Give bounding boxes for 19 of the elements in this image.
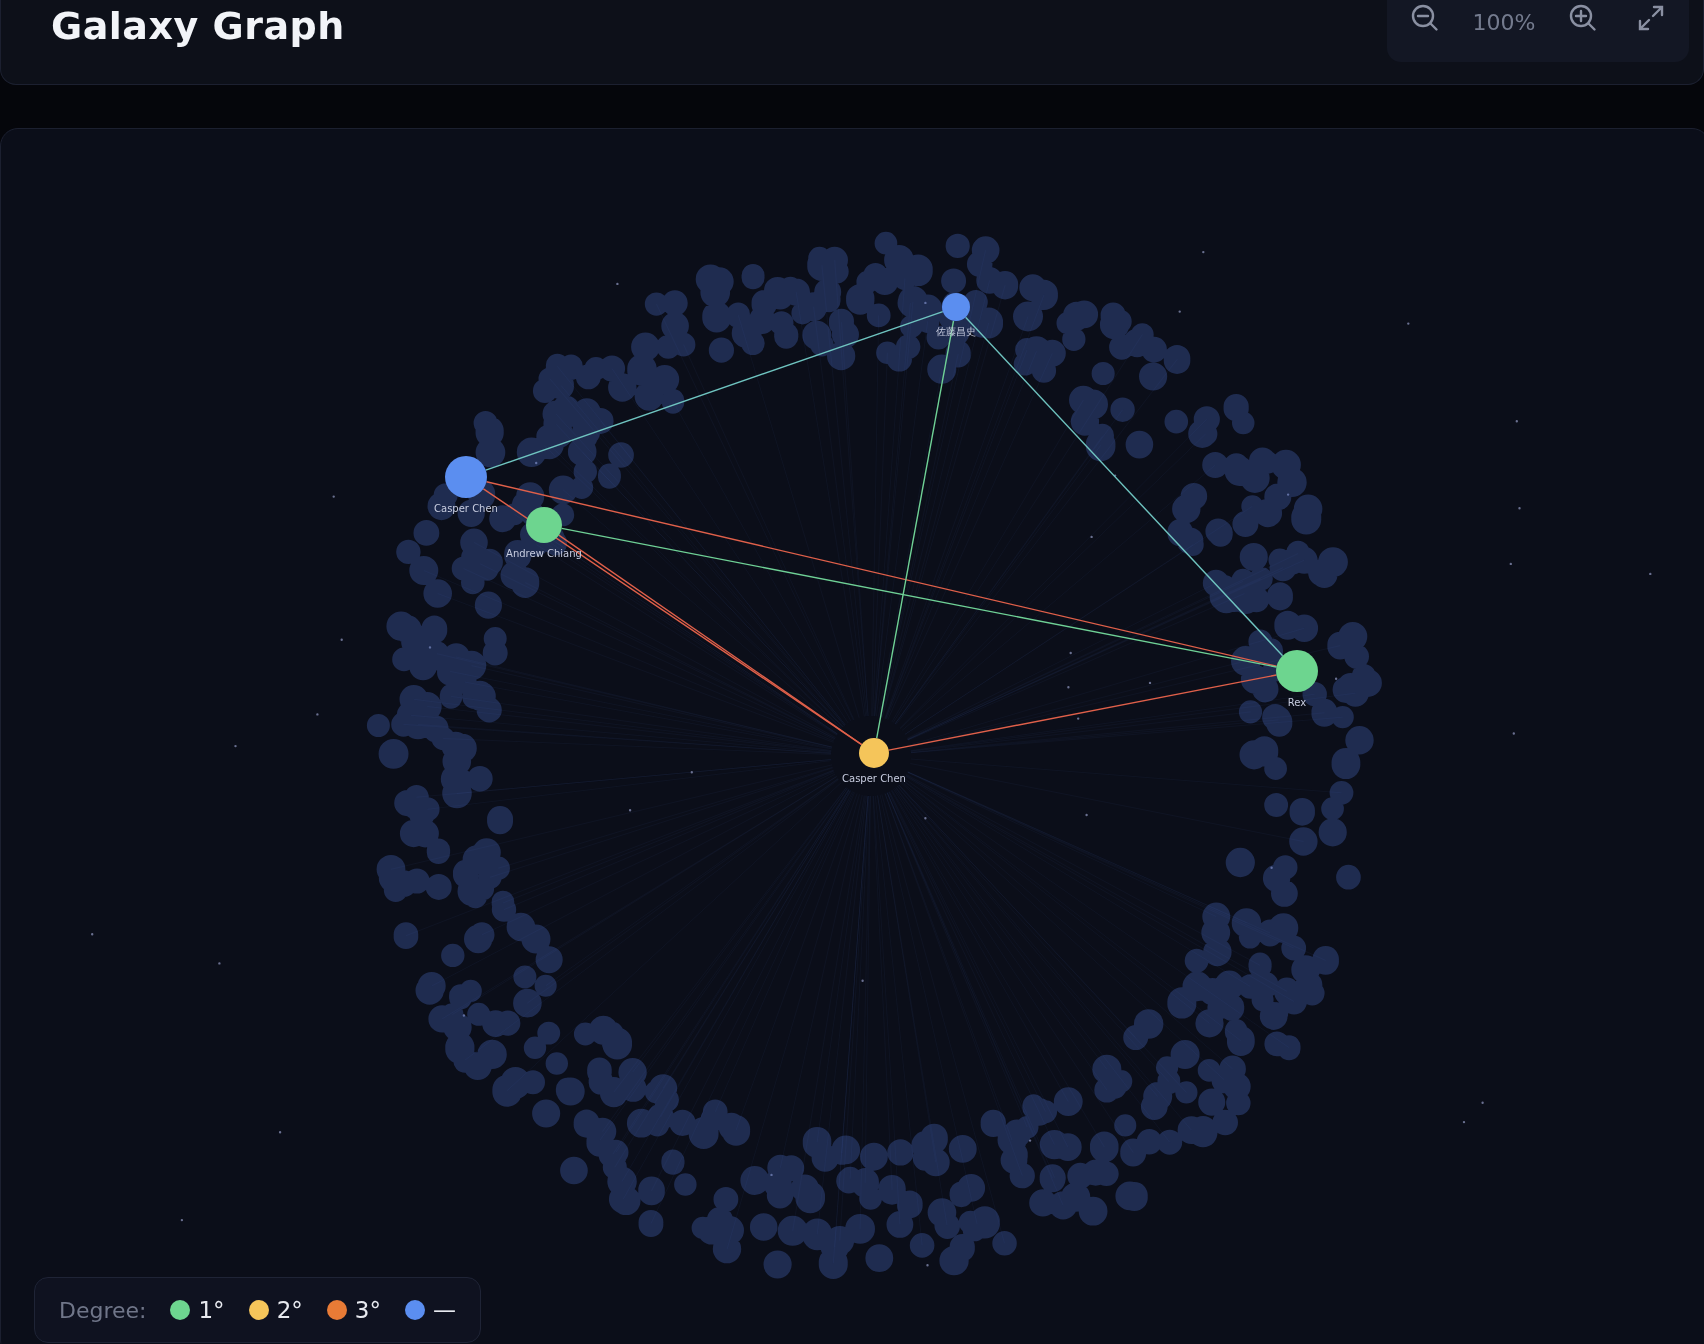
graph-node[interactable] [859, 738, 889, 768]
legend-text: — [432, 1295, 456, 1325]
graph-node[interactable] [526, 507, 562, 543]
graph-node[interactable] [445, 456, 487, 498]
graph-node[interactable] [942, 293, 970, 321]
legend-label: Degree: [59, 1296, 147, 1325]
node-label: Casper Chen [434, 503, 498, 514]
node-label: Andrew Chiang [506, 548, 582, 559]
expand-icon [1637, 4, 1665, 32]
zoom-level: 100% [1471, 9, 1537, 37]
zoom-out-icon [1411, 4, 1439, 32]
node-label: Casper Chen [842, 773, 906, 784]
zoom-in-icon [1569, 4, 1597, 32]
node-label: Rex [1287, 697, 1307, 708]
page-title: Galaxy Graph [51, 4, 345, 50]
legend-text: 2° [276, 1295, 303, 1325]
legend-text: 3° [354, 1295, 381, 1325]
graph-node[interactable] [1276, 650, 1318, 692]
legend-text: 1° [198, 1295, 225, 1325]
